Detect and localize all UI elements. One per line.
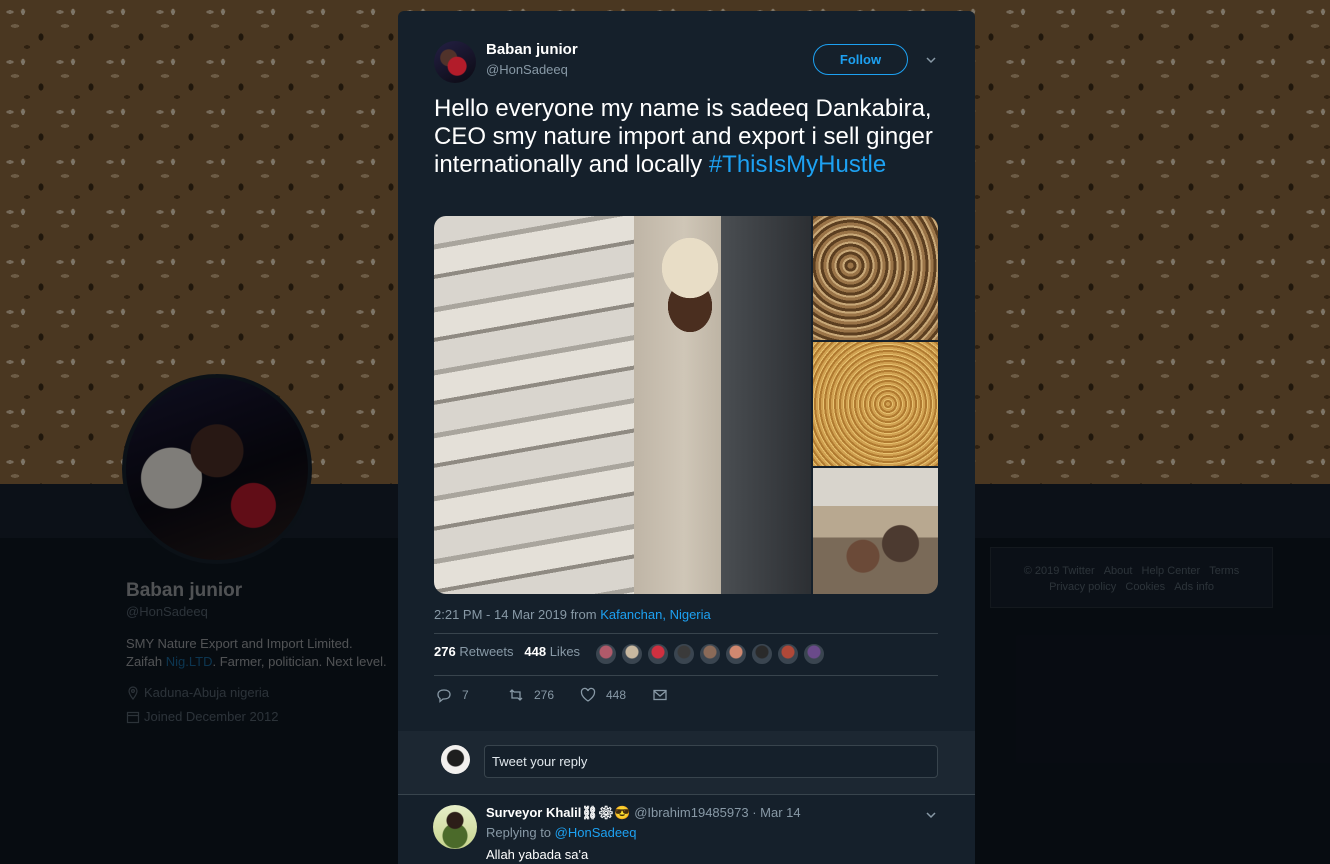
tweet-text: Hello everyone my name is sadeeq Dankabi… [434, 95, 944, 179]
retweet-action[interactable]: 276 [508, 687, 554, 703]
likes-count[interactable]: 448 [524, 644, 546, 659]
reply-count: 7 [462, 688, 469, 702]
reply-text: Allah yabada sa'a [486, 847, 589, 862]
replying-to-handle[interactable]: @HonSadeeq [555, 825, 637, 840]
dm-action[interactable] [652, 687, 668, 703]
author-avatar[interactable] [434, 41, 476, 83]
reply-tweet[interactable]: Surveyor Khalil⛓⚙😎 @Ibrahim19485973 · Ma… [398, 794, 975, 864]
tweet-time[interactable]: 2:21 PM - 14 Mar 2019 from [434, 607, 600, 622]
reply-author-avatar[interactable] [433, 805, 477, 849]
tweet-stats: 276 Retweets 448 Likes [434, 644, 580, 659]
liker-avatar[interactable] [803, 643, 825, 665]
heart-icon [580, 687, 596, 702]
like-action[interactable]: 448 [580, 687, 626, 703]
current-user-avatar [441, 745, 470, 774]
replying-label: Replying to [486, 825, 555, 840]
reply-date[interactable]: · Mar 14 [752, 805, 800, 820]
reply-author-handle[interactable]: @Ibrahim19485973 [634, 805, 748, 820]
likers-avatars [595, 643, 825, 665]
author-handle[interactable]: @HonSadeeq [486, 62, 568, 77]
tweet-media-grid [434, 216, 938, 594]
replying-to: Replying to @HonSadeeq [486, 825, 637, 840]
like-count: 448 [606, 688, 627, 702]
divider [434, 633, 938, 634]
liker-avatar[interactable] [595, 643, 617, 665]
divider [434, 675, 938, 676]
tweet-location[interactable]: Kafanchan, Nigeria [600, 607, 711, 622]
reply-action[interactable]: 7 [436, 687, 469, 703]
author-name[interactable]: Baban junior [486, 41, 578, 58]
media-photo-3[interactable] [813, 342, 938, 466]
likes-label[interactable]: Likes [550, 644, 580, 659]
reply-composer [398, 731, 975, 793]
retweet-count: 276 [534, 688, 555, 702]
media-photo-1[interactable] [434, 216, 811, 594]
media-photo-2[interactable] [813, 216, 938, 340]
chevron-down-icon[interactable] [924, 53, 938, 67]
retweet-icon [509, 689, 523, 701]
tweet-hashtag[interactable]: #ThisIsMyHustle [709, 151, 886, 178]
tweet-timestamp: 2:21 PM - 14 Mar 2019 from Kafanchan, Ni… [434, 607, 711, 622]
reply-header: Surveyor Khalil⛓⚙😎 @Ibrahim19485973 · Ma… [486, 805, 801, 821]
retweets-count[interactable]: 276 [434, 644, 456, 659]
tweet-modal: Baban junior @HonSadeeq Follow Hello eve… [398, 11, 975, 864]
chevron-down-icon[interactable] [924, 808, 938, 822]
follow-button[interactable]: Follow [813, 44, 908, 75]
liker-avatar[interactable] [725, 643, 747, 665]
reply-author-name[interactable]: Surveyor Khalil⛓⚙😎 [486, 805, 631, 820]
retweets-label[interactable]: Retweets [459, 644, 513, 659]
liker-avatar[interactable] [699, 643, 721, 665]
liker-avatar[interactable] [621, 643, 643, 665]
reply-icon [437, 689, 451, 703]
liker-avatar[interactable] [751, 643, 773, 665]
liker-avatar[interactable] [647, 643, 669, 665]
tweet-actions: 7 276 448 [434, 687, 734, 707]
liker-avatar[interactable] [673, 643, 695, 665]
reply-input[interactable] [484, 745, 938, 778]
envelope-icon [653, 689, 667, 701]
liker-avatar[interactable] [777, 643, 799, 665]
media-photo-4[interactable] [813, 468, 938, 594]
